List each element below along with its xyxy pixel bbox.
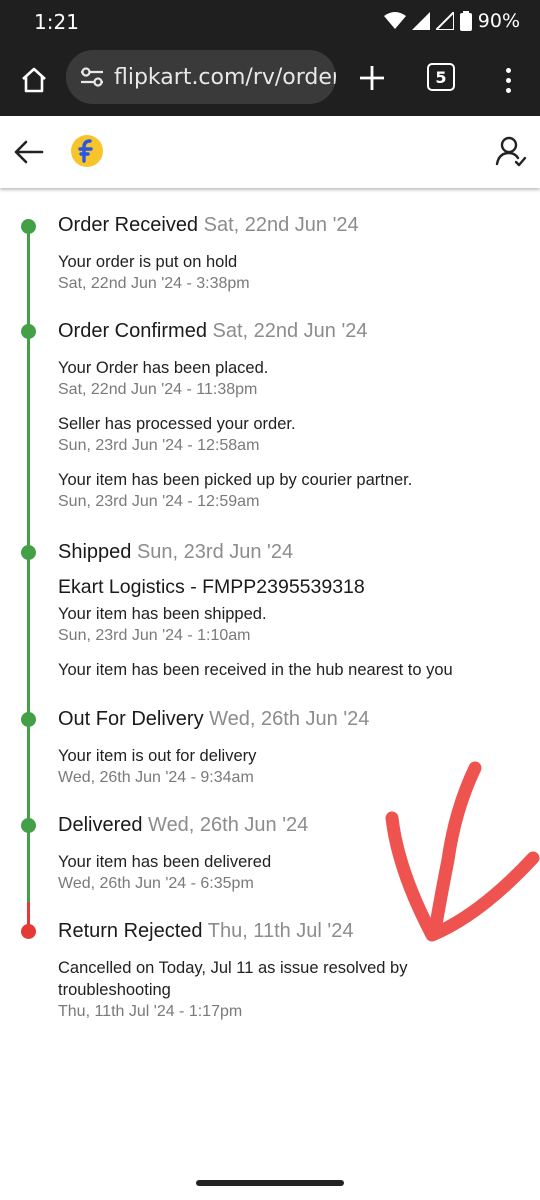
event-text: Your Order has been placed. [58,359,269,377]
event-text: Your order is put on hold [58,253,238,271]
battery-icon [459,11,472,31]
event-text: Your item is out for delivery [58,747,257,765]
stage-title-text: Out For Delivery [58,708,204,730]
stage-title-text: Order Received [58,214,199,236]
wifi-icon [383,12,406,29]
site-settings-icon [81,67,103,87]
event-time: Thu, 11th Jul '24 - 1:17pm [58,1003,243,1020]
stage-date: Thu, 11th Jul '24 [207,920,354,942]
stage-date: Sat, 22nd Jun '24 [212,320,368,342]
back-arrow-icon[interactable] [10,134,48,170]
stage-title: Shipped Sun, 23rd Jun '24 [58,541,453,564]
signal-icon-2 [435,12,454,30]
stage-title-text: Delivered [58,814,143,836]
stage-title: Delivered Wed, 26th Jun '24 [58,814,308,837]
stage-dot [21,818,36,833]
stage-order-confirmed: Order Confirmed Sat, 22nd Jun '24 Your O… [58,320,412,513]
event-time: Wed, 26th Jun '24 - 9:34am [58,769,254,786]
stage-title-text: Shipped [58,541,132,563]
stage-shipped: Shipped Sun, 23rd Jun '24 Ekart Logistic… [58,541,453,681]
stage-delivered: Delivered Wed, 26th Jun '24 Your item ha… [58,814,308,895]
event-text: Your item has been received in the hub n… [58,661,453,679]
browser-menu-icon[interactable] [498,60,518,100]
stage-date: Wed, 26th Jun '24 [148,814,309,836]
flipkart-logo[interactable] [70,134,104,168]
stage-dot [21,324,36,339]
browser-toolbar: flipkart.com/rv/orderD 5 [0,44,540,116]
account-icon[interactable] [494,134,528,170]
event-text: Your item has been delivered [58,853,272,871]
tab-switcher-button[interactable]: 5 [427,63,455,91]
gesture-handle[interactable] [196,1180,344,1186]
event-time: Sun, 23rd Jun '24 - 12:58am [58,437,260,454]
stage-dot [21,219,36,234]
url-text: flipkart.com/rv/orderD [114,64,336,90]
event-text: Cancelled on Today, Jul 11 as issue reso… [58,959,408,999]
stage-dot [21,545,36,560]
stage-title-text: Return Rejected [58,920,203,942]
address-bar[interactable]: flipkart.com/rv/orderD [66,50,336,104]
event-time: Sat, 22nd Jun '24 - 11:38pm [58,381,258,398]
status-bar: 1:21 90% [0,0,540,44]
stage-title: Order Received Sat, 22nd Jun '24 [58,214,359,237]
stage-order-received: Order Received Sat, 22nd Jun '24 Your or… [58,214,359,295]
event-text: Your item has been shipped. [58,605,267,623]
new-tab-icon[interactable] [354,60,390,96]
status-icons: 90% [383,10,520,32]
event-time: Sat, 22nd Jun '24 - 3:38pm [58,275,250,292]
home-button[interactable] [14,60,54,100]
stage-title: Order Confirmed Sat, 22nd Jun '24 [58,320,412,343]
stage-date: Sun, 23rd Jun '24 [136,541,294,563]
stage-out-for-delivery: Out For Delivery Wed, 26th Jun '24 Your … [58,708,369,789]
signal-icon [411,12,430,30]
event-time: Sun, 23rd Jun '24 - 12:59am [58,493,260,510]
stage-title-text: Order Confirmed [58,320,207,342]
stage-title: Out For Delivery Wed, 26th Jun '24 [58,708,369,731]
event-text: Your item has been picked up by courier … [58,471,413,489]
stage-date: Wed, 26th Jun '24 [209,708,370,730]
home-icon [22,67,46,93]
stage-dot [21,712,36,727]
stage-dot-rejected [21,924,36,939]
battery-percent: 90% [477,10,520,32]
stage-date: Sat, 22nd Jun '24 [203,214,359,236]
event-text: Seller has processed your order. [58,415,296,433]
status-time: 1:21 [34,10,79,34]
app-header [0,116,540,188]
event-time: Wed, 26th Jun '24 - 6:35pm [58,875,254,892]
event-time: Sun, 23rd Jun '24 - 1:10am [58,627,251,644]
courier-tracking-id: Ekart Logistics - FMPP2395539318 [58,576,365,598]
red-arrow-annotation [385,761,540,942]
